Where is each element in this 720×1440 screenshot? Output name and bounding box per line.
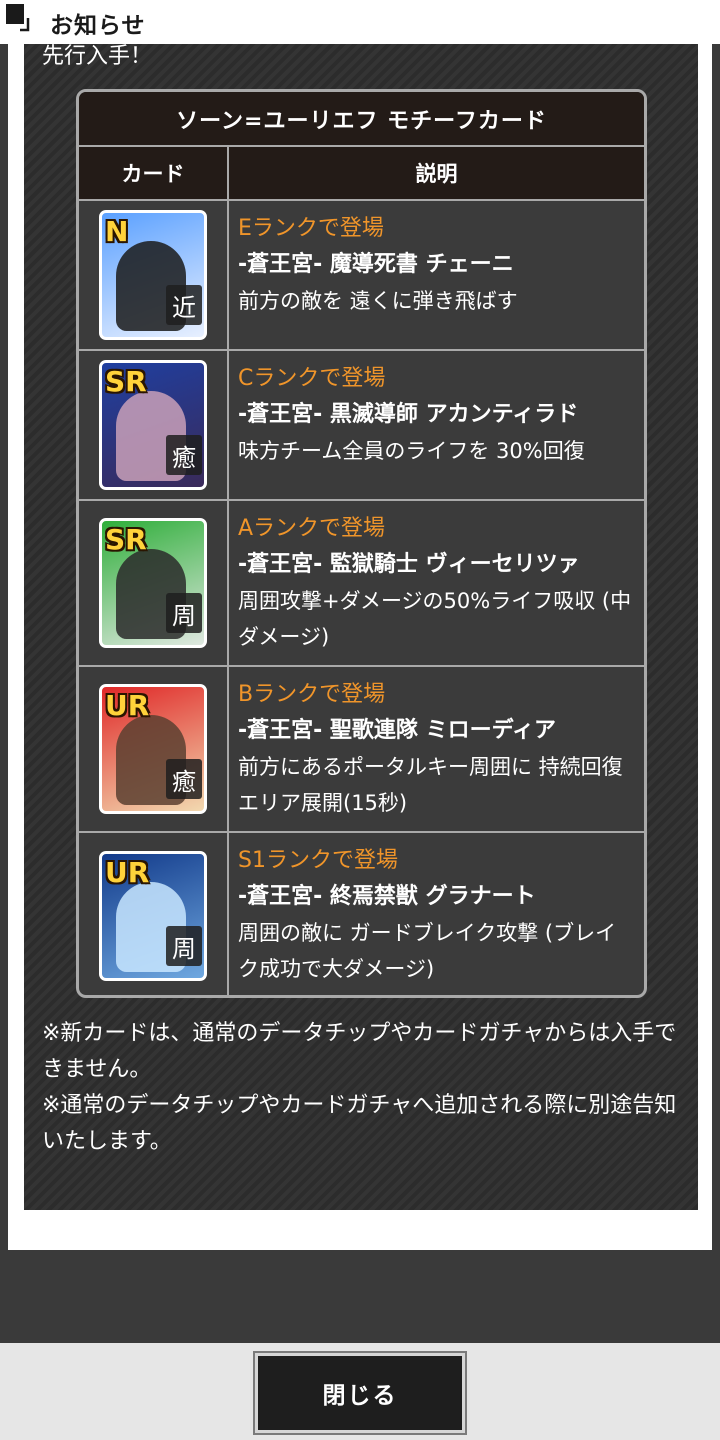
rank-label: Bランクで登場 [238, 682, 386, 707]
card-table: ソーン=ユーリエフ モチーフカード カード 説明 N 近 Eランクで登場 -蒼王宮- … [76, 89, 647, 998]
card-description: 周囲攻撃+ダメージの50%ライフ吸収 (中ダメージ) [238, 589, 632, 649]
card-description: 前方の敵を 遠くに弾き飛ばす [238, 289, 518, 313]
rarity-badge: N [105, 215, 129, 248]
rank-label: S1ランクで登場 [238, 848, 398, 873]
description-cell: S1ランクで登場 -蒼王宮- 終焉禁獣 グラナート周囲の敵に ガードブレイク攻撃 … [229, 833, 644, 995]
table-row: UR 癒 Bランクで登場 -蒼王宮- 聖歌連隊 ミローディア前方にあるポータルキー周囲… [79, 667, 644, 833]
notice-icon [6, 4, 30, 32]
card-cell: SR 癒 [79, 351, 229, 499]
description-cell: Cランクで登場 -蒼王宮- 黒滅導師 アカンティラド 味方チーム全員のライフを 30… [229, 351, 644, 499]
type-badge: 近 [166, 285, 202, 325]
description-cell: Bランクで登場 -蒼王宮- 聖歌連隊 ミローディア前方にあるポータルキー周囲に 持… [229, 667, 644, 831]
card-description: 味方チーム全員のライフを 30%回復 [238, 439, 585, 463]
card-thumbnail[interactable]: N近 [99, 210, 207, 340]
card-thumbnail[interactable]: SR 周 [99, 518, 207, 648]
table-title: ソーン=ユーリエフ モチーフカード [79, 92, 644, 147]
rarity-badge: UR [105, 856, 150, 889]
card-thumbnail[interactable]: UR 周 [99, 851, 207, 981]
note-text: ※通常のデータチップやカードガチャへ追加される際に別途告知いたします。 [42, 1093, 677, 1154]
description-cell: Aランクで登場 -蒼王宮- 監獄騎士 ヴィーセリツァ周囲攻撃+ダメージの50%ライ… [229, 501, 644, 665]
card-description: 周囲の敵に ガードブレイク攻撃 (ブレイク成功で大ダメージ) [238, 921, 617, 981]
note-text: ※新カードは、通常のデータチップやカードガチャからは入手できません。 [42, 1021, 677, 1082]
card-name: -蒼王宮- 聖歌連隊 ミローディア [238, 718, 557, 743]
page-title: お知らせ [50, 13, 146, 39]
type-badge: 癒 [166, 435, 202, 475]
table-row: N 近 Eランクで登場 -蒼王宮- 魔導死書 チェーニ 前方の敵を 遠くに弾き飛ばす [79, 201, 644, 351]
rank-label: Aランクで登場 [238, 516, 386, 541]
table-header: カード 説明 [79, 147, 644, 201]
column-header-card: カード [79, 147, 229, 199]
close-button[interactable]: 閉じる [253, 1351, 467, 1435]
card-description: 前方にあるポータルキー周囲に 持続回復エリア展開(15秒) [238, 755, 623, 815]
card-cell: UR 周 [79, 833, 229, 995]
rarity-badge: SR [105, 523, 147, 556]
rank-label: Eランクで登場 [238, 216, 384, 241]
table-row: SR 癒 Cランクで登場 -蒼王宮- 黒滅導師 アカンティラド 味方チーム全員のライフを… [79, 351, 644, 501]
card-name: -蒼王宮- 監獄騎士 ヴィーセリツァ [238, 552, 580, 577]
card-thumbnail[interactable]: UR 癒 [99, 684, 207, 814]
description-cell: Eランクで登場 -蒼王宮- 魔導死書 チェーニ 前方の敵を 遠くに弾き飛ばす [229, 201, 644, 349]
rarity-badge: UR [105, 689, 150, 722]
card-cell: UR 癒 [79, 667, 229, 831]
table-row: SR 周 Aランクで登場 -蒼王宮- 監獄騎士 ヴィーセリツァ周囲攻撃+ダメージの50… [79, 501, 644, 667]
card-name: -蒼王宮- 魔導死書 チェーニ [238, 252, 514, 277]
rank-label: Cランクで登場 [238, 366, 386, 391]
table-row: UR 周 S1ランクで登場 -蒼王宮- 終焉禁獣 グラナート周囲の敵に ガードブレイク… [79, 833, 644, 995]
card-thumbnail[interactable]: SR 癒 [99, 360, 207, 490]
intro-text: 先行入手！ [42, 44, 153, 69]
type-badge: 癒 [166, 759, 202, 799]
card-name: -蒼王宮- 終焉禁獣 グラナート [238, 884, 536, 909]
type-badge: 周 [166, 593, 202, 633]
rarity-badge: SR [105, 365, 147, 398]
card-cell: SR 周 [79, 501, 229, 665]
column-header-description: 説明 [415, 162, 458, 186]
card-cell: N近 [79, 201, 229, 349]
type-badge: 周 [166, 926, 202, 966]
notes: ※新カードは、通常のデータチップやカードガチャからは入手できません。 ※通常のデ… [42, 1016, 682, 1160]
card-name: -蒼王宮- 黒滅導師 アカンティラド [238, 402, 579, 427]
